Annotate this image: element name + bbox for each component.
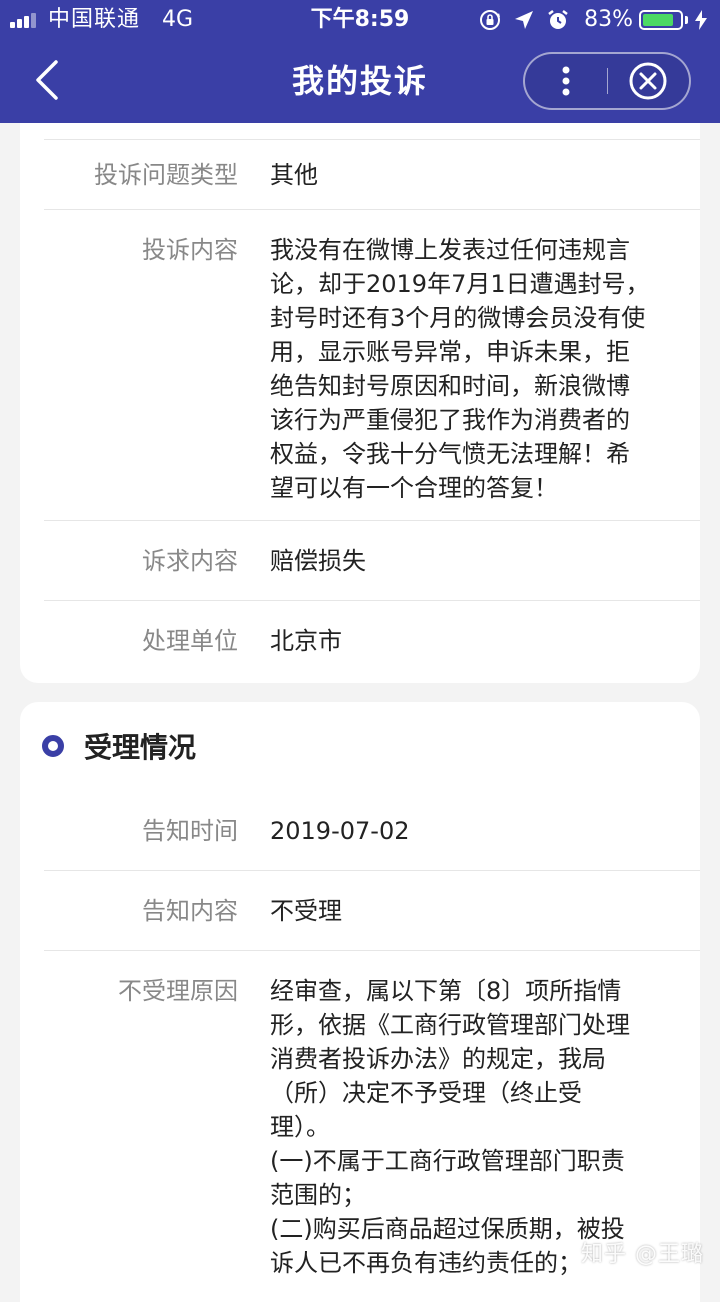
detail-value: 2019-07-02 — [270, 817, 410, 845]
watermark: 知乎 @王璐 — [581, 1242, 704, 1267]
detail-row-content: 投诉内容 我没有在微博上发表过任何违规言 论，却于2019年7月1日遭遇封号， … — [44, 210, 700, 521]
detail-label: 投诉内容 — [142, 236, 238, 264]
battery-percent: 83% — [584, 7, 633, 32]
complaint-details-card: 投诉问题类型 其他 投诉内容 我没有在微博上发表过任何违规言 论，却于2019年… — [20, 123, 700, 683]
detail-value: 其他 — [270, 161, 318, 189]
detail-value: 我没有在微博上发表过任何违规言 论，却于2019年7月1日遭遇封号， 封号时还有… — [270, 236, 650, 502]
mini-program-capsule — [523, 52, 691, 110]
detail-label: 告知内容 — [142, 897, 238, 925]
status-right: 83% — [468, 0, 708, 40]
row-divider-top — [44, 123, 700, 140]
acceptance-row-time: 告知时间 2019-07-02 — [44, 792, 700, 871]
location-icon — [515, 11, 534, 29]
detail-value: 经审查，属以下第〔8〕项所指情 形，依据《工商行政管理部门处理 消费者投诉办法》… — [270, 977, 630, 1277]
detail-row-type: 投诉问题类型 其他 — [44, 140, 700, 210]
acceptance-row-notice: 告知内容 不受理 — [44, 871, 700, 951]
detail-label: 投诉问题类型 — [94, 161, 238, 189]
app-header: 中国联通 4G 下午8:59 83% 我的投诉 — [0, 0, 720, 123]
rotation-lock-icon — [480, 10, 501, 30]
detail-value: 不受理 — [270, 897, 342, 925]
detail-row-demand: 诉求内容 赔偿损失 — [44, 521, 700, 601]
detail-label: 告知时间 — [142, 817, 238, 845]
more-button[interactable] — [525, 54, 607, 108]
nav-bar: 我的投诉 — [0, 40, 720, 123]
detail-row-handler: 处理单位 北京市 — [44, 601, 700, 681]
close-button[interactable] — [608, 54, 689, 108]
alarm-icon — [548, 10, 568, 29]
close-circle-icon — [629, 62, 667, 100]
detail-value: 赔偿损失 — [270, 547, 366, 575]
section-header: 受理情况 — [42, 726, 196, 766]
battery-icon — [639, 10, 683, 30]
detail-label: 不受理原因 — [118, 977, 238, 1005]
battery-cap — [685, 16, 688, 24]
section-bullet-icon — [42, 735, 64, 757]
detail-label: 处理单位 — [142, 627, 238, 655]
detail-value: 北京市 — [270, 627, 342, 655]
detail-label: 诉求内容 — [142, 547, 238, 575]
status-bar: 中国联通 4G 下午8:59 83% — [0, 0, 720, 40]
section-title: 受理情况 — [84, 731, 197, 764]
battery-level-fill — [643, 14, 673, 26]
acceptance-card: 受理情况 告知时间 2019-07-02 告知内容 不受理 不受理原因 经审查，… — [20, 702, 700, 1302]
charging-icon — [695, 10, 707, 30]
more-vertical-icon — [562, 66, 570, 96]
